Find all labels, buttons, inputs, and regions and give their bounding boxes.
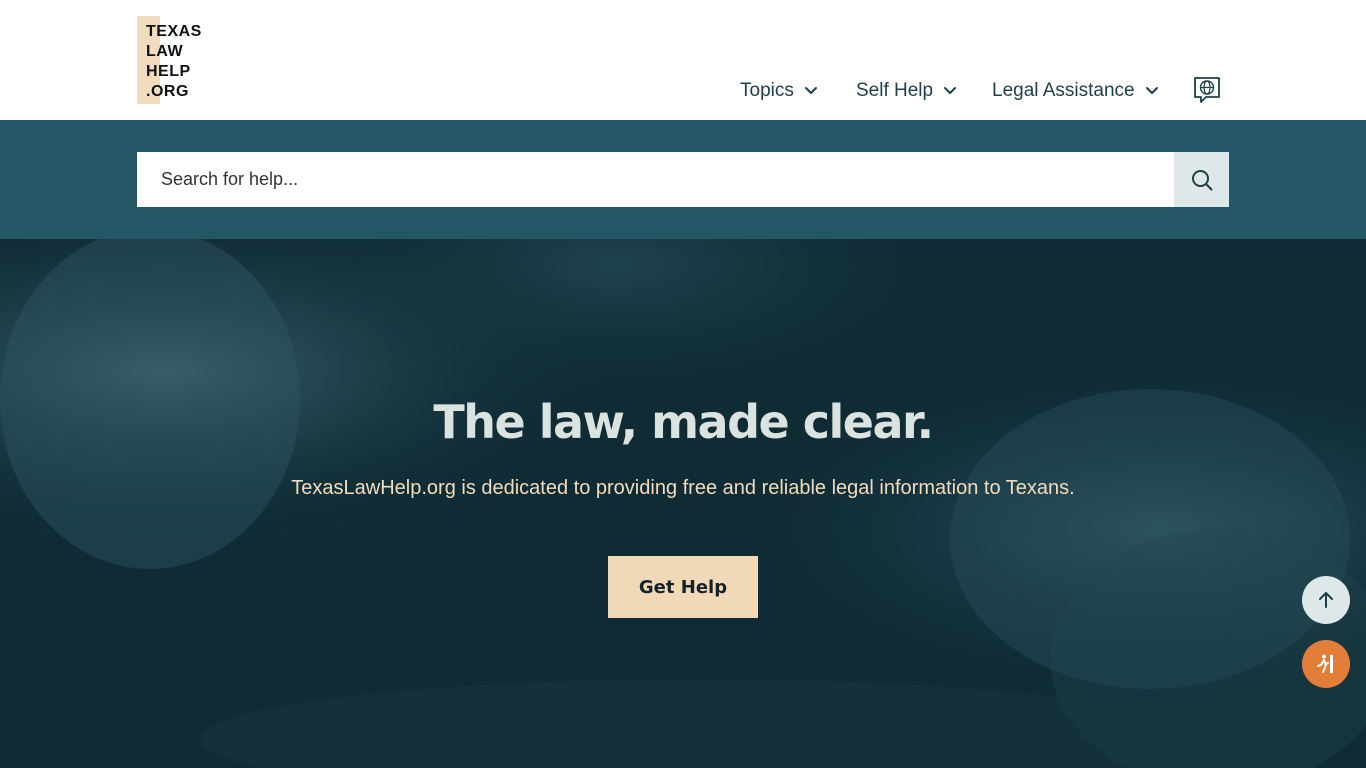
nav-legal-assistance-label: Legal Assistance (992, 80, 1135, 101)
running-person-icon (1317, 654, 1333, 673)
chevron-down-icon (804, 86, 818, 96)
search-band (0, 120, 1366, 239)
search-button[interactable] (1174, 152, 1229, 207)
arrow-up-icon (1319, 592, 1333, 608)
logo-line: .ORG (146, 83, 189, 100)
search-icon (1191, 169, 1212, 190)
logo-line: TEXAS (146, 23, 202, 40)
hero-background-photo (0, 239, 1366, 768)
nav-self-help-label: Self Help (856, 80, 934, 101)
quick-exit-button[interactable] (1302, 640, 1350, 688)
nav-topics-label: Topics (740, 80, 794, 101)
get-help-button[interactable]: Get Help (608, 556, 758, 618)
chevron-down-icon (1145, 86, 1159, 96)
search-input[interactable] (137, 152, 1174, 207)
logo-line: LAW (146, 43, 184, 60)
site-logo[interactable]: TEXAS LAW HELP .ORG (137, 16, 217, 104)
nav-topics[interactable]: Topics (740, 76, 818, 106)
site-header: TEXAS LAW HELP .ORG Topics Self Help Leg… (0, 0, 1366, 120)
chevron-down-icon (943, 86, 957, 96)
nav-self-help[interactable]: Self Help (856, 76, 957, 106)
logo-line: HELP (146, 63, 191, 80)
nav-legal-assistance[interactable]: Legal Assistance (992, 76, 1159, 106)
language-button[interactable] (1192, 75, 1222, 105)
hero: The law, made clear. TexasLawHelp.org is… (0, 239, 1366, 768)
globe-chat-icon (1194, 77, 1220, 103)
logo-wordmark: TEXAS LAW HELP .ORG (146, 22, 202, 102)
hero-subtitle: TexasLawHelp.org is dedicated to providi… (291, 477, 1075, 499)
scroll-to-top-button[interactable] (1302, 576, 1350, 624)
hero-title: The law, made clear. (433, 395, 934, 449)
